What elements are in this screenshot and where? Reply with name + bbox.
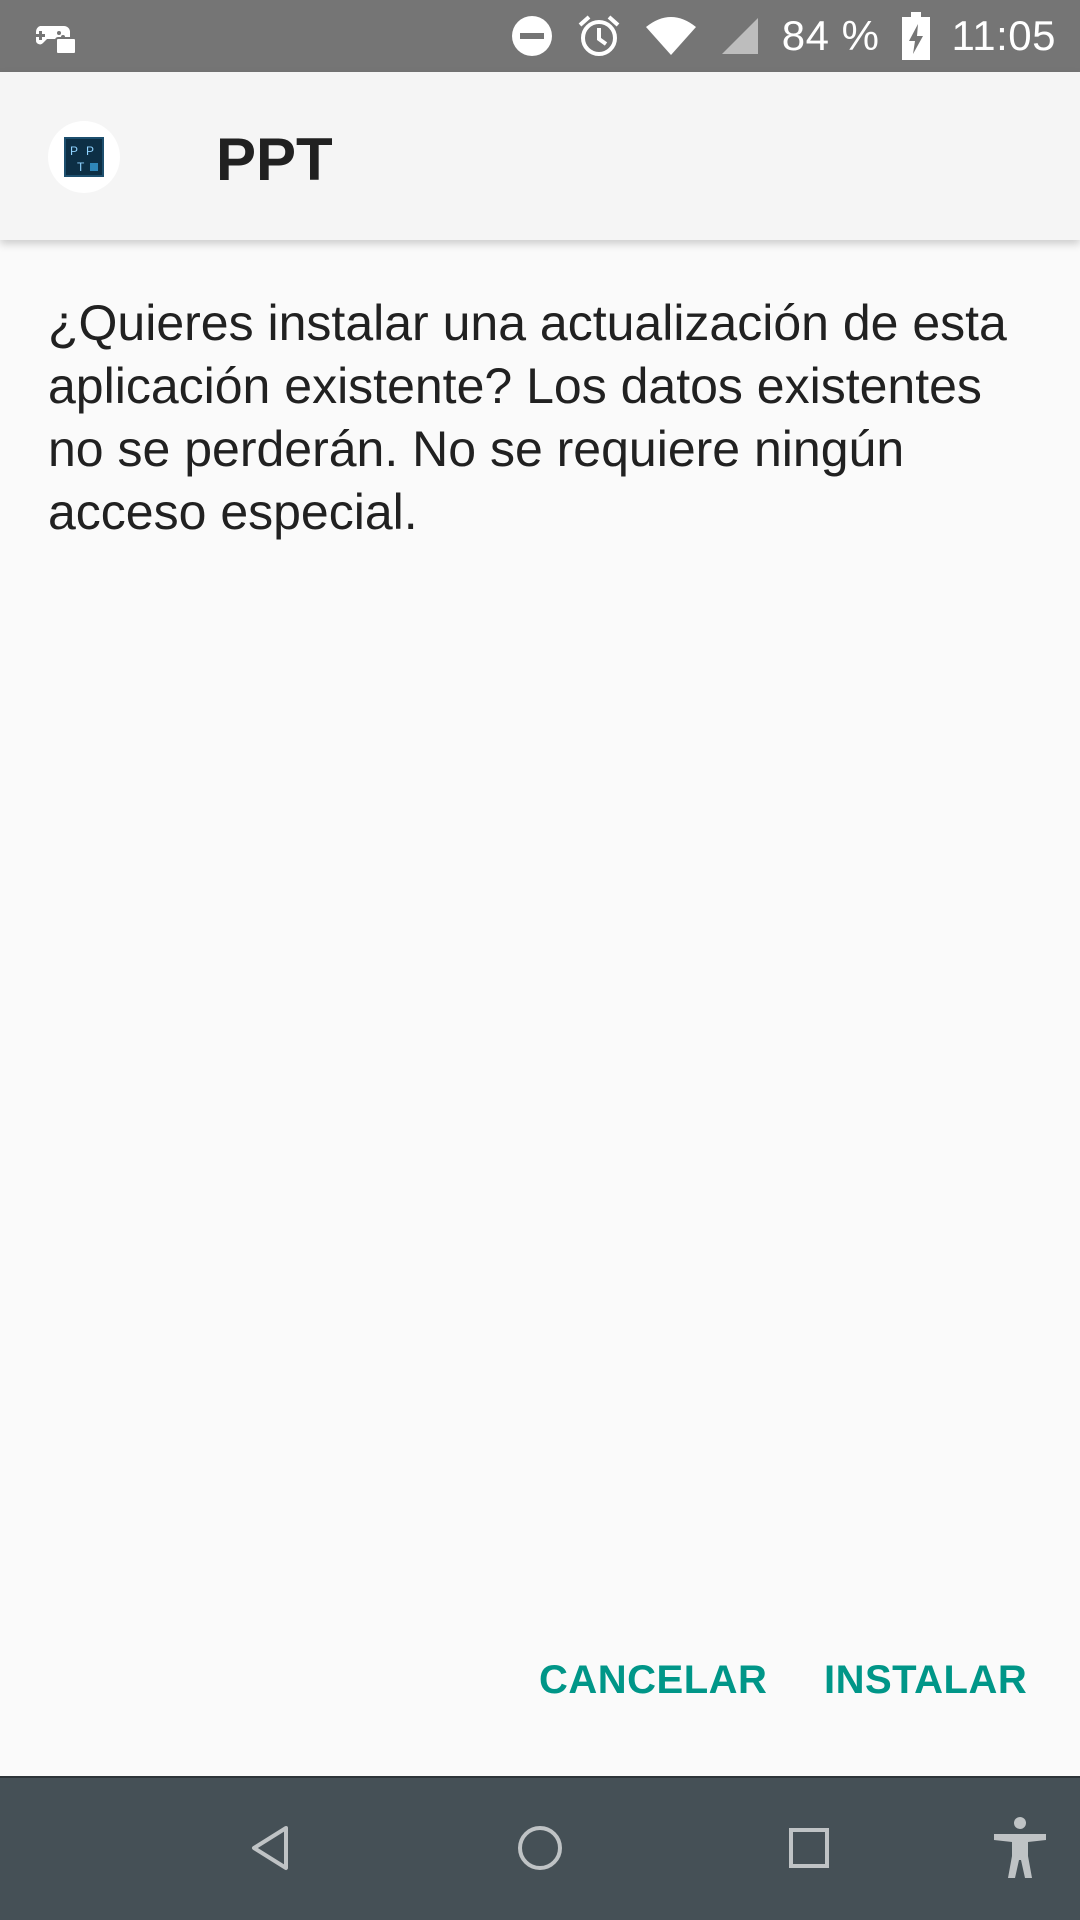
accessibility-icon	[992, 1816, 1048, 1885]
clock: 11:05	[951, 12, 1056, 59]
home-button[interactable]	[480, 1778, 600, 1920]
navigation-bar	[0, 1776, 1080, 1920]
cell-signal-icon	[720, 16, 760, 56]
accessibility-button[interactable]	[960, 1778, 1080, 1920]
game-controller-icon	[30, 18, 78, 58]
svg-text:P: P	[86, 144, 94, 158]
install-button[interactable]: INSTALAR	[824, 1650, 1027, 1710]
back-button[interactable]	[210, 1778, 330, 1920]
install-update-message: ¿Quieres instalar una actualización de e…	[48, 295, 1007, 540]
svg-text:P: P	[70, 144, 78, 158]
svg-text:T: T	[77, 160, 85, 174]
battery-charging-icon	[901, 12, 930, 60]
status-icons: 84 % 11:05	[510, 0, 1056, 72]
dialog-actions: CANCELAR INSTALAR	[0, 1650, 1080, 1710]
ppt-app-icon: P P T	[48, 121, 120, 193]
do-not-disturb-icon	[510, 14, 554, 58]
app-title: PPT	[216, 126, 333, 193]
status-bar: 84 % 11:05	[0, 0, 1080, 72]
recents-icon	[787, 1826, 831, 1875]
wifi-icon	[644, 15, 698, 57]
battery-percent: 84 %	[781, 12, 880, 59]
alarm-icon	[576, 13, 622, 59]
app-bar: P P T PPT	[0, 72, 1080, 240]
cancel-button[interactable]: CANCELAR	[539, 1650, 767, 1710]
install-update-screen: 84 % 11:05 P P T PPT ¿Quieres instalar u…	[0, 0, 1080, 1920]
back-icon	[248, 1824, 292, 1877]
home-icon	[516, 1824, 564, 1877]
recents-button[interactable]	[749, 1778, 869, 1920]
